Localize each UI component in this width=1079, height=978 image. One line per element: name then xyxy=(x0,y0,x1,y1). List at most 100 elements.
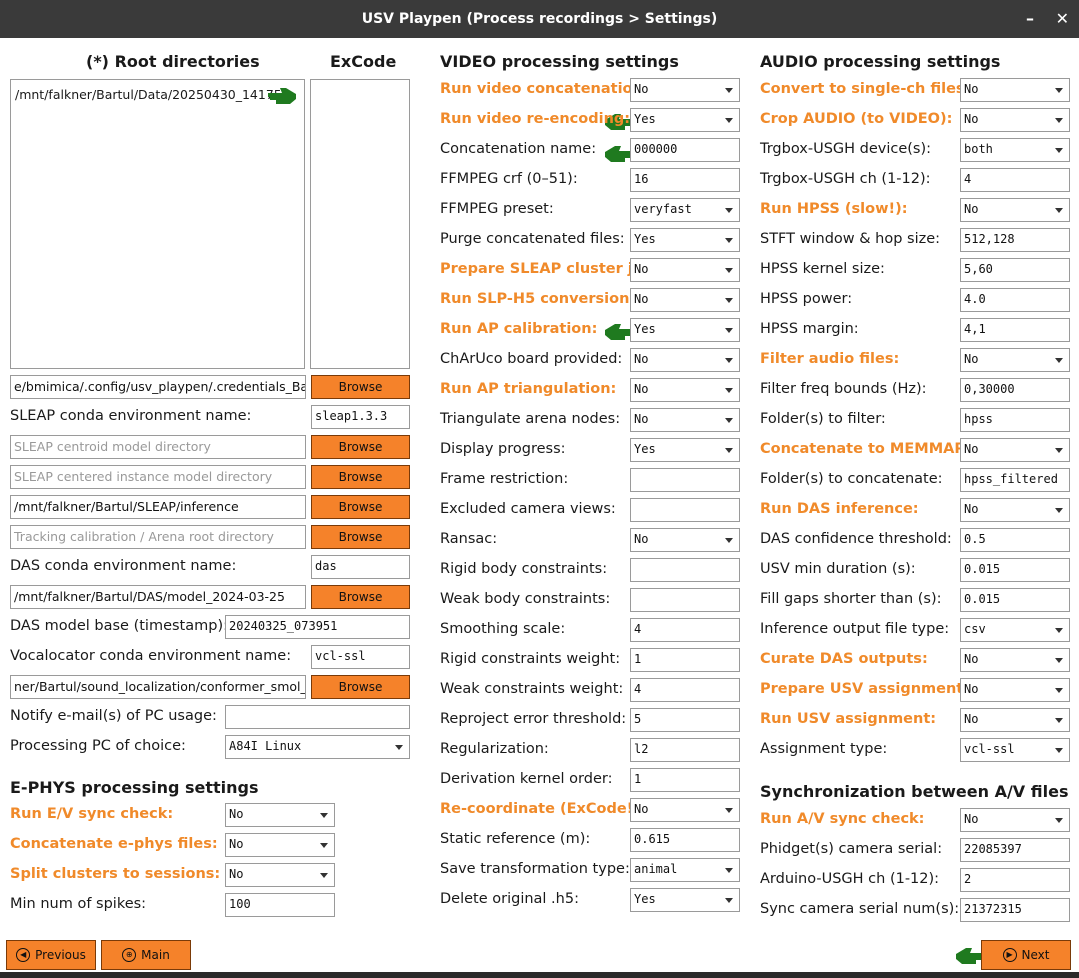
sync-row-field[interactable]: 22085397 xyxy=(960,838,1070,862)
chevron-down-icon xyxy=(1055,358,1063,363)
audio-row-select[interactable]: No xyxy=(960,108,1070,132)
audio-row-field[interactable]: 5,60 xyxy=(960,258,1070,282)
video-row-select[interactable]: Yes xyxy=(630,108,740,132)
audio-row-field[interactable]: 4,1 xyxy=(960,318,1070,342)
video-row-field[interactable]: 1 xyxy=(630,768,740,792)
ephys-row-value: No xyxy=(229,837,244,851)
minimize-button[interactable]: – xyxy=(1026,9,1034,28)
audio-row-field[interactable]: 4 xyxy=(960,168,1070,192)
video-row-select[interactable]: animal xyxy=(630,858,740,882)
sync-row-select[interactable]: No xyxy=(960,808,1070,832)
tracking-calibration-field[interactable]: Tracking calibration / Arena root direct… xyxy=(10,525,306,549)
audio-row-label: Filter freq bounds (Hz): xyxy=(760,381,927,397)
das-model-path-field[interactable]: /mnt/falkner/Bartul/DAS/model_2024-03-25 xyxy=(10,585,306,609)
ephys-row-field[interactable]: 100 xyxy=(225,893,335,917)
video-row-field[interactable] xyxy=(630,588,740,612)
audio-row-select[interactable]: No xyxy=(960,438,1070,462)
video-row-select[interactable]: No xyxy=(630,348,740,372)
video-row-select[interactable]: No xyxy=(630,408,740,432)
browse-centered-button[interactable]: Browse xyxy=(311,465,410,489)
video-row-select[interactable]: Yes xyxy=(630,318,740,342)
audio-row-label: Inference output file type: xyxy=(760,621,950,637)
audio-row-select[interactable]: No xyxy=(960,78,1070,102)
video-row-select[interactable]: No xyxy=(630,528,740,552)
audio-row-select[interactable]: No xyxy=(960,708,1070,732)
video-row-select[interactable]: Yes xyxy=(630,888,740,912)
video-row-field[interactable]: 000000 xyxy=(630,138,740,162)
das-model-base-field[interactable]: 20240325_073951 xyxy=(225,615,410,639)
video-row-select[interactable]: Yes xyxy=(630,438,740,462)
browse-inference-button[interactable]: Browse xyxy=(311,495,410,519)
vocalocator-env-field[interactable]: vcl-ssl xyxy=(311,645,410,669)
sync-header: Synchronization between A/V files xyxy=(760,782,1069,801)
credentials-path-field[interactable]: e/bmimica/.config/usv_playpen/.credentia… xyxy=(10,375,306,399)
chevron-down-icon xyxy=(725,448,733,453)
video-row-field[interactable]: 1 xyxy=(630,648,740,672)
sync-row-field[interactable]: 21372315 xyxy=(960,898,1070,922)
video-row-field[interactable]: 0.615 xyxy=(630,828,740,852)
audio-row-select[interactable]: No xyxy=(960,648,1070,672)
audio-row-select[interactable]: No xyxy=(960,498,1070,522)
browse-tracking-button[interactable]: Browse xyxy=(311,525,410,549)
ephys-row-select[interactable]: No xyxy=(225,833,335,857)
audio-row-select[interactable]: vcl-ssl xyxy=(960,738,1070,762)
video-row-select[interactable]: No xyxy=(630,378,740,402)
audio-row-field[interactable]: 4.0 xyxy=(960,288,1070,312)
video-row-field[interactable]: 4 xyxy=(630,618,740,642)
audio-row-select[interactable]: No xyxy=(960,348,1070,372)
excode-list[interactable] xyxy=(310,79,410,369)
notify-email-field[interactable] xyxy=(225,705,410,729)
video-row-field[interactable]: 16 xyxy=(630,168,740,192)
audio-row-select[interactable]: csv xyxy=(960,618,1070,642)
ephys-row-select[interactable]: No xyxy=(225,803,335,827)
processing-pc-select[interactable]: A84I Linux xyxy=(225,735,410,759)
browse-vocalocator-button[interactable]: Browse xyxy=(311,675,410,699)
audio-row-field[interactable]: hpss xyxy=(960,408,1070,432)
audio-row-field[interactable]: 0.015 xyxy=(960,558,1070,582)
root-directory-item[interactable]: /mnt/falkner/Bartul/Data/20250430_141750 xyxy=(15,87,290,102)
video-row-field[interactable]: 5 xyxy=(630,708,740,732)
main-button[interactable]: ⊕ Main xyxy=(101,940,191,970)
pointing-hand-icon xyxy=(268,88,296,104)
video-row-select[interactable]: Yes xyxy=(630,228,740,252)
chevron-down-icon xyxy=(1055,448,1063,453)
audio-row-label: Folder(s) to concatenate: xyxy=(760,471,943,487)
vocalocator-path-field[interactable]: ner/Bartul/sound_localization/conformer_… xyxy=(10,675,306,699)
browse-das-model-button[interactable]: Browse xyxy=(311,585,410,609)
audio-row-select[interactable]: both xyxy=(960,138,1070,162)
video-row-field[interactable] xyxy=(630,558,740,582)
audio-row-value: 5,60 xyxy=(964,262,993,276)
video-row-select[interactable]: No xyxy=(630,78,740,102)
sleap-inference-field[interactable]: /mnt/falkner/Bartul/SLEAP/inference xyxy=(10,495,306,519)
video-row-field[interactable] xyxy=(630,498,740,522)
video-row-select[interactable]: No xyxy=(630,798,740,822)
audio-row-field[interactable]: 512,128 xyxy=(960,228,1070,252)
video-row-field[interactable]: 4 xyxy=(630,678,740,702)
chevron-down-icon xyxy=(725,268,733,273)
audio-row-field[interactable]: 0.5 xyxy=(960,528,1070,552)
root-directories-list[interactable]: /mnt/falkner/Bartul/Data/20250430_141750 xyxy=(10,79,305,369)
ephys-row-select[interactable]: No xyxy=(225,863,335,887)
video-row-select[interactable]: No xyxy=(630,258,740,282)
video-row-field[interactable]: l2 xyxy=(630,738,740,762)
audio-row-value: No xyxy=(964,112,979,126)
audio-row-field[interactable]: hpss_filtered xyxy=(960,468,1070,492)
audio-row-label: STFT window & hop size: xyxy=(760,231,941,247)
sleap-centered-field[interactable]: SLEAP centered instance model directory xyxy=(10,465,306,489)
video-row-field[interactable] xyxy=(630,468,740,492)
browse-credentials-button[interactable]: Browse xyxy=(311,375,410,399)
sleap-centroid-field[interactable]: SLEAP centroid model directory xyxy=(10,435,306,459)
audio-row-field[interactable]: 0.015 xyxy=(960,588,1070,612)
audio-row-select[interactable]: No xyxy=(960,678,1070,702)
audio-row-field[interactable]: 0,30000 xyxy=(960,378,1070,402)
close-button[interactable]: ✕ xyxy=(1056,9,1069,28)
previous-button[interactable]: ◀ Previous xyxy=(6,940,96,970)
video-row-select[interactable]: No xyxy=(630,288,740,312)
das-env-field[interactable]: das xyxy=(311,555,410,579)
audio-row-select[interactable]: No xyxy=(960,198,1070,222)
browse-centroid-button[interactable]: Browse xyxy=(311,435,410,459)
sync-row-field[interactable]: 2 xyxy=(960,868,1070,892)
sleap-env-field[interactable]: sleap1.3.3 xyxy=(311,405,410,429)
video-row-select[interactable]: veryfast xyxy=(630,198,740,222)
next-button[interactable]: ▶ Next xyxy=(981,940,1071,970)
